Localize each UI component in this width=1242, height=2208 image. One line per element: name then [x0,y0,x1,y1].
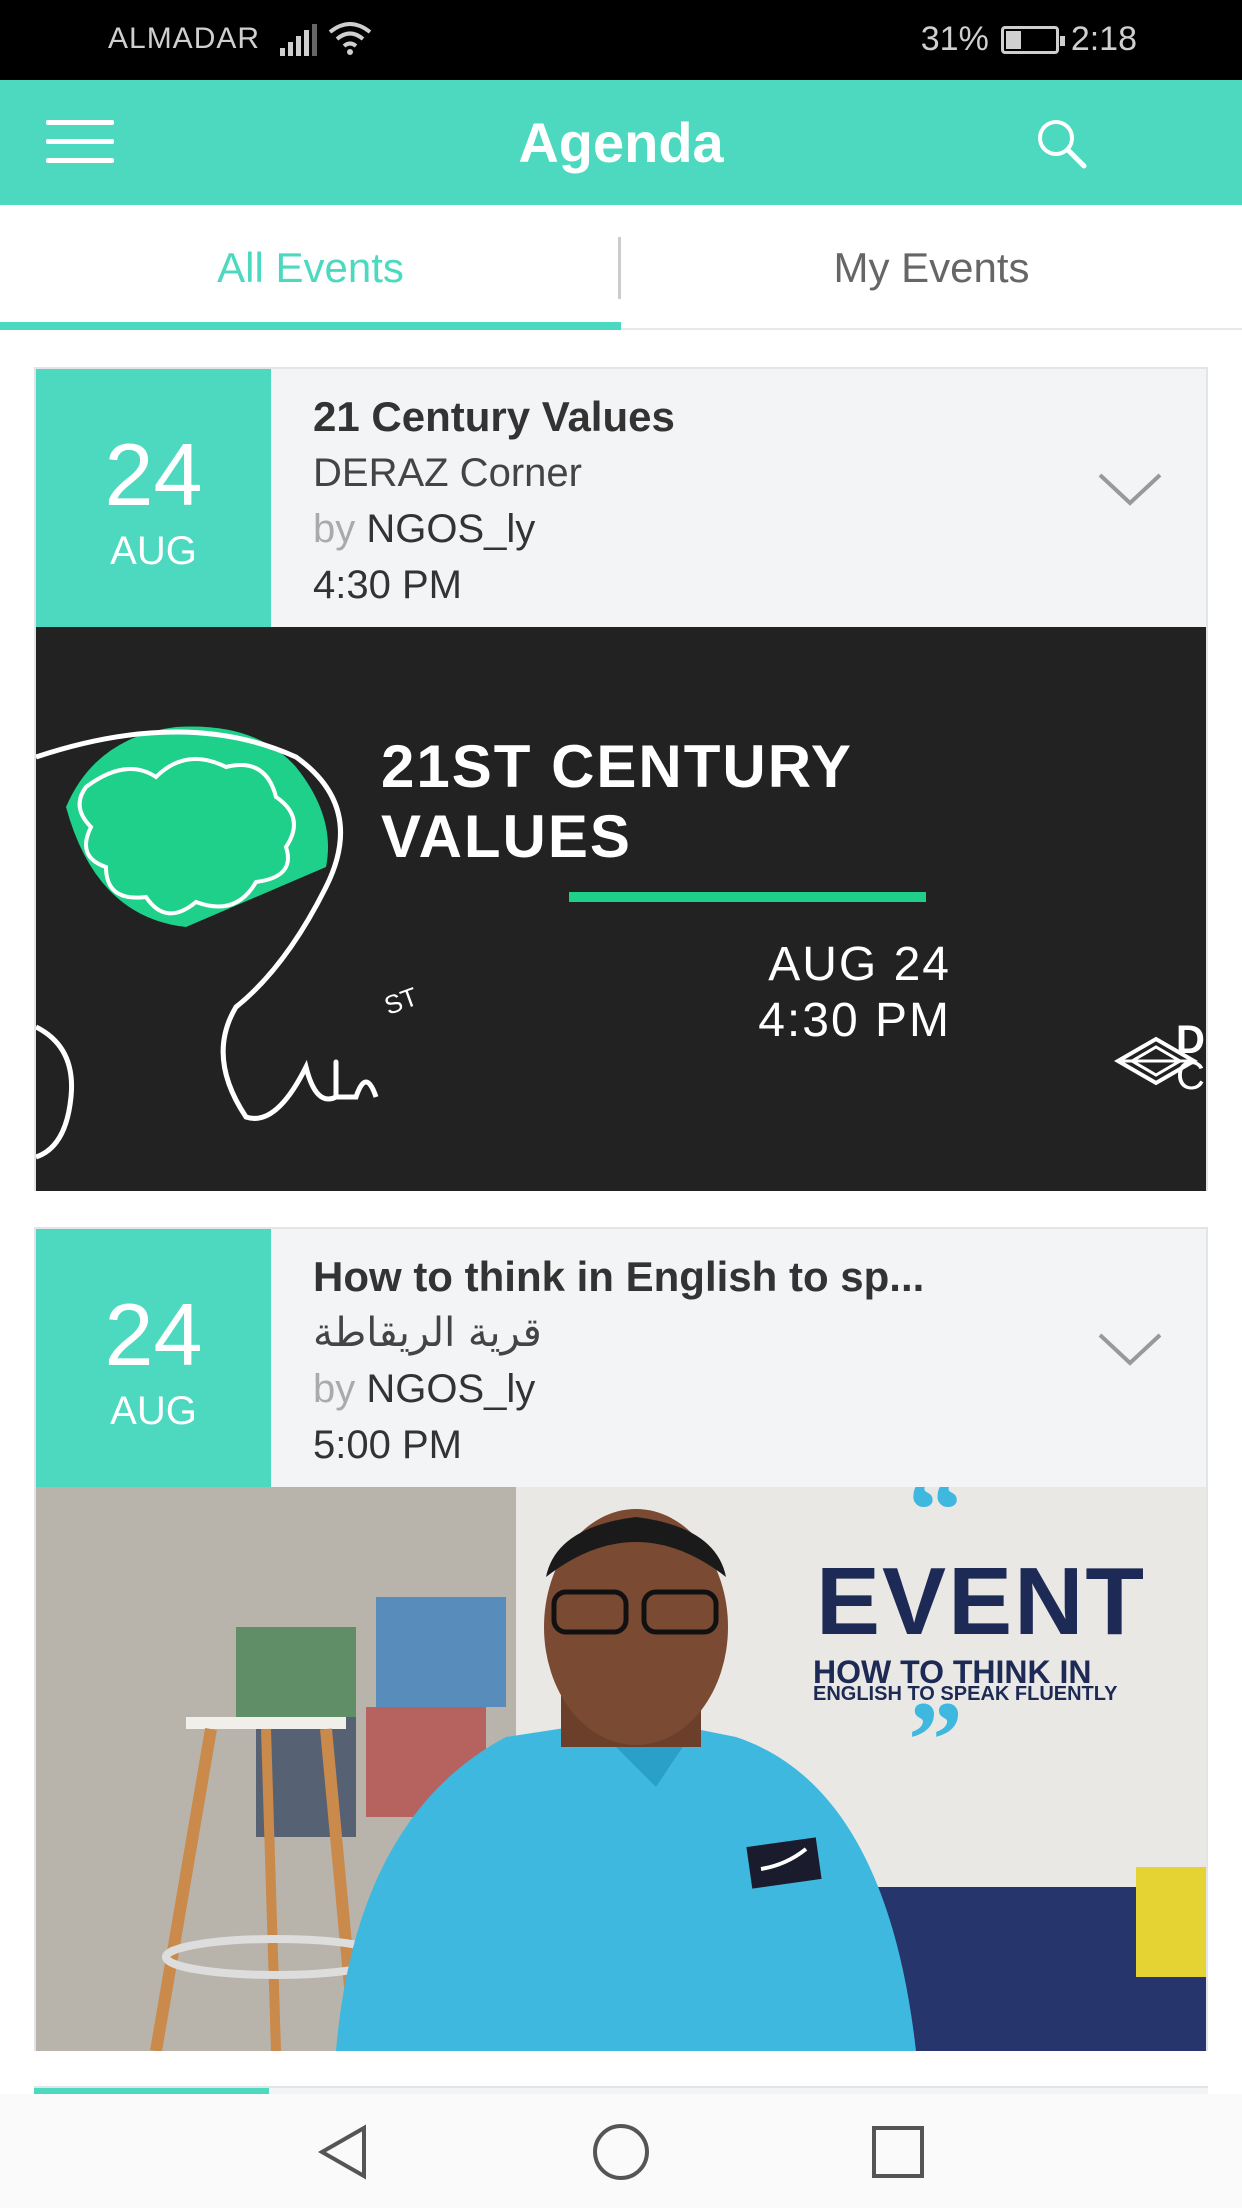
tab-my-events[interactable]: My Events [621,205,1242,330]
chevron-down-icon[interactable] [1096,1329,1164,1369]
system-nav-bar [0,2094,1242,2208]
clock: 2:18 [1070,20,1137,58]
status-bar: ALMADAR 31% 2:18 [0,0,1242,80]
poster-heading: EVENT [816,1548,1147,1655]
event-venue: قرية الريقاطة [313,1310,542,1356]
tab-all-events[interactable]: All Events [0,205,621,330]
back-triangle-icon[interactable] [312,2120,376,2184]
status-right: 31% 2:18 [921,20,1137,59]
search-icon[interactable] [1034,116,1090,172]
brain-doodle-illustration: ST [36,726,1198,1160]
event-organizer: NGOS_ly [366,1367,536,1411]
event-time: 5:00 PM [313,1423,462,1467]
date-badge: 24 AUG [36,1229,271,1487]
event-time: 4:30 PM [313,563,462,607]
poster-datetime: AUG 24 4:30 PM [661,937,951,1049]
event-tabs: All Events My Events [0,205,1242,330]
event-organizer-line: by NGOS_ly [313,501,1073,557]
event-poster-image[interactable]: ST 21ST CENTURY VALUES AUG 24 4:30 PM D … [36,627,1206,1191]
by-label: by [313,507,356,551]
active-tab-indicator [0,322,621,330]
event-info: 21 Century Values DERAZ Corner by NGOS_l… [313,389,1073,613]
event-organizer-line: by NGOS_ly [313,1361,1073,1417]
event-card[interactable]: 24 AUG 21 Century Values DERAZ Corner by… [34,367,1208,1191]
doodle-text: ST [380,981,422,1021]
event-title: How to think in English to sp... [313,1253,925,1300]
battery-icon [1000,25,1065,54]
event-card[interactable]: 24 AUG How to think in English to sp... … [34,1227,1208,2051]
signal-icon [280,24,317,56]
poster-time: 4:30 PM [758,994,951,1047]
poster-title: 21ST CENTURY VALUES [381,732,853,872]
event-organizer: NGOS_ly [366,507,536,551]
by-label: by [313,1367,356,1411]
event-month: AUG [110,529,197,573]
recents-square-icon[interactable] [866,2120,930,2184]
poster-subtitle-2: ENGLISH TO SPEAK FLUENTLY [813,1683,1118,1705]
carrier-name: ALMADAR [108,22,261,55]
poster-brand-line1: D [1176,1018,1205,1062]
event-venue: DERAZ Corner [313,451,582,495]
event-title: 21 Century Values [313,393,675,440]
poster-title-line1: 21ST CENTURY [381,733,853,800]
poster-accent-line [569,892,926,902]
event-day: 24 [104,425,203,524]
battery-percent: 31% [920,20,989,58]
event-day: 24 [104,1285,203,1384]
poster-title-line2: VALUES [381,803,632,870]
poster-brand-line2: C [1176,1054,1205,1098]
event-month: AUG [110,1389,197,1433]
date-badge: 24 AUG [36,369,271,627]
home-circle-icon[interactable] [589,2120,653,2184]
event-poster-image[interactable]: “ ” EVENT HOW TO THINK IN ENGLISH TO SPE… [36,1487,1206,2051]
chevron-down-icon[interactable] [1096,469,1164,509]
poster-date: AUG 24 [768,938,951,991]
poster-brand: D C [1176,1018,1205,1098]
app-bar: Agenda [0,80,1242,205]
wifi-icon [328,22,372,55]
event-info: How to think in English to sp... قرية ال… [313,1249,1073,1473]
